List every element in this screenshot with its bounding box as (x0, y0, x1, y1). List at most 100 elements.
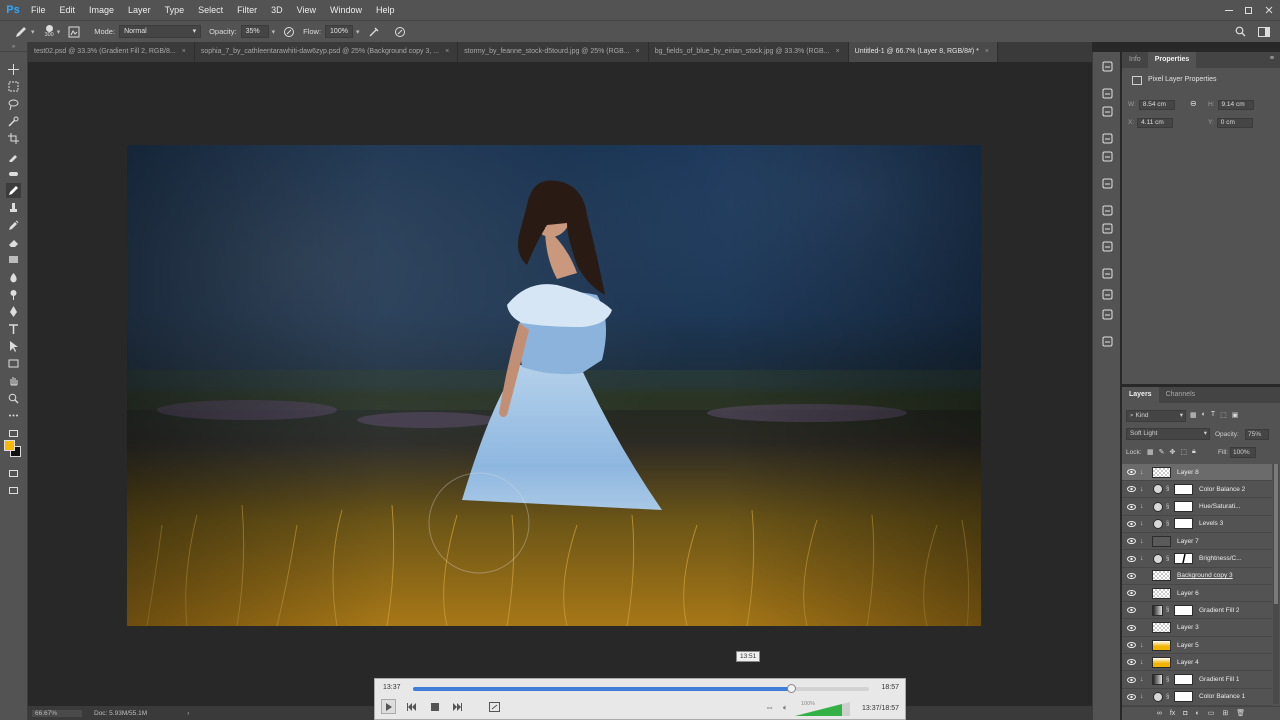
chevron-down-icon[interactable]: ▾ (31, 28, 35, 36)
layer-row[interactable]: ↓ § Hue/Saturati... (1122, 499, 1272, 516)
fx-icon[interactable]: fx (1170, 707, 1175, 720)
stamp-tool-icon[interactable] (6, 200, 21, 215)
layer-mask-thumbnail[interactable] (1174, 691, 1193, 703)
swatches-icon[interactable] (1101, 105, 1114, 118)
layer-thumbnail[interactable] (1152, 570, 1171, 582)
hand-tool-icon[interactable] (6, 373, 21, 388)
add-mask-icon[interactable]: ◘ (1183, 707, 1187, 720)
layer-mask-thumbnail[interactable] (1174, 604, 1193, 616)
chevron-down-icon[interactable]: ▾ (356, 28, 360, 36)
swap-colors-icon[interactable] (6, 426, 21, 441)
layer-opacity-input[interactable]: 75% (1245, 429, 1269, 440)
chevron-down-icon[interactable]: ▾ (57, 28, 61, 36)
kind-filter-select[interactable]: ⌕ Kind ▾ (1126, 410, 1186, 422)
airbrush-icon[interactable] (368, 26, 380, 38)
layer-name[interactable]: Levels 3 (1199, 520, 1223, 527)
filter-shape-icon[interactable]: ⬚ (1220, 411, 1227, 419)
more-tool-icon[interactable] (6, 408, 21, 423)
lasso-tool-icon[interactable] (6, 97, 21, 112)
tab-channels[interactable]: Channels (1159, 387, 1203, 403)
close-icon[interactable] (1264, 5, 1274, 15)
width-input[interactable]: 8.54 cm (1138, 100, 1175, 110)
blend-mode-select[interactable]: Soft Light ▾ (1126, 428, 1210, 440)
visibility-eye-icon[interactable] (1126, 607, 1136, 614)
panel-menu-icon[interactable]: ≡ (1270, 55, 1274, 62)
layer-row[interactable]: ↓ § Color Balance 2 (1122, 481, 1272, 499)
close-icon[interactable]: × (182, 48, 186, 55)
layer-row[interactable]: ↓ Layer 8 (1122, 464, 1272, 481)
menu-file[interactable]: File (24, 0, 53, 20)
link-icon[interactable]: § (1166, 504, 1172, 510)
document-canvas[interactable] (127, 145, 981, 626)
layer-row[interactable]: ↓ § Brightness/C... (1122, 551, 1272, 568)
chevron-down-icon[interactable]: ▾ (272, 28, 276, 36)
layer-thumbnail[interactable] (1152, 587, 1171, 599)
volume-slider[interactable]: 100% (795, 700, 850, 716)
type-tool-icon[interactable] (6, 322, 21, 337)
tab-layers[interactable]: Layers (1122, 387, 1159, 403)
lock-pixels-icon[interactable]: ✎ (1159, 448, 1165, 456)
eraser-tool-icon[interactable] (6, 235, 21, 250)
layer-mask-thumbnail[interactable] (1174, 674, 1193, 686)
tab-untitled-1[interactable]: Untitled-1 @ 66.7% (Layer 8, RGB/8#) * × (848, 42, 998, 62)
previous-icon[interactable] (404, 699, 419, 714)
layer-thumbnail[interactable] (1152, 466, 1171, 478)
gradient-thumbnail[interactable] (1152, 674, 1163, 686)
layer-mask-thumbnail[interactable] (1174, 483, 1193, 495)
gradient-thumbnail[interactable] (1152, 604, 1163, 616)
layer-row[interactable]: ↓ § Levels 3 (1122, 516, 1272, 533)
panel-collapse-icon[interactable]: » (0, 42, 27, 52)
brush-tool-icon[interactable] (14, 25, 28, 39)
history-icon[interactable] (1101, 60, 1114, 73)
menu-type[interactable]: Type (158, 0, 192, 20)
foreground-color-swatch[interactable] (4, 440, 15, 451)
layer-row[interactable]: ↓ § Gradient Fill 1 (1122, 672, 1272, 689)
visibility-eye-icon[interactable] (1126, 469, 1136, 475)
link-icon[interactable]: § (1166, 607, 1172, 613)
marquee-tool-icon[interactable] (6, 79, 21, 94)
layer-mask-thumbnail[interactable] (1174, 553, 1193, 564)
quick-select-tool-icon[interactable] (6, 114, 21, 129)
layer-row[interactable]: ↓ Layer 5 (1122, 637, 1272, 654)
fill-input[interactable]: 100% (1230, 447, 1256, 458)
layer-row[interactable]: ↓ Layer 7 (1122, 533, 1272, 551)
layer-row[interactable]: Layer 6 (1122, 585, 1272, 603)
layer-mask-thumbnail[interactable] (1174, 518, 1193, 530)
layers-scrollbar[interactable] (1273, 464, 1279, 704)
opacity-input[interactable]: 35% (240, 25, 269, 38)
flow-input[interactable]: 100% (325, 25, 354, 38)
quick-mask-icon[interactable] (6, 466, 21, 481)
eyedropper-tool-icon[interactable] (6, 149, 21, 164)
character-icon[interactable] (1101, 222, 1114, 235)
mode-select[interactable]: Normal ▾ (119, 25, 202, 38)
layer-row[interactable]: ↓ § Color Balance 1 (1122, 689, 1272, 706)
blur-tool-icon[interactable] (6, 270, 21, 285)
layer-name[interactable]: Background copy 3 (1177, 572, 1233, 579)
new-adjustment-icon[interactable]: ◐ (1196, 707, 1200, 720)
layer-name[interactable]: Layer 5 (1177, 642, 1199, 649)
color-icon[interactable] (1101, 87, 1114, 100)
fullscreen-icon[interactable] (487, 699, 502, 714)
lock-all-icon[interactable]: 🔒︎ (1192, 448, 1196, 456)
styles-icon[interactable] (1101, 177, 1114, 190)
tab-bg-fields[interactable]: bg_fields_of_blue_by_eirian_stock.jpg @ … (649, 42, 849, 62)
visibility-eye-icon[interactable] (1126, 486, 1136, 493)
layer-name[interactable]: Gradient Fill 1 (1199, 676, 1239, 683)
link-icon[interactable]: § (1166, 677, 1172, 683)
healing-tool-icon[interactable] (6, 166, 21, 181)
search-icon[interactable] (1235, 26, 1246, 37)
play-icon[interactable] (381, 699, 396, 714)
visibility-eye-icon[interactable] (1126, 520, 1136, 527)
visibility-eye-icon[interactable] (1126, 555, 1136, 562)
menu-help[interactable]: Help (369, 0, 402, 20)
restore-icon[interactable] (1244, 5, 1254, 15)
menu-window[interactable]: Window (323, 0, 369, 20)
seek-handle[interactable] (787, 684, 797, 693)
link-icon[interactable]: § (1166, 521, 1172, 527)
layer-row[interactable]: ↓ Layer 4 (1122, 654, 1272, 672)
seek-bar[interactable] (413, 684, 869, 693)
lock-transparent-icon[interactable]: ▦ (1147, 448, 1154, 456)
close-icon[interactable]: × (836, 48, 840, 55)
brush-tool-icon[interactable] (6, 183, 21, 199)
layer-row[interactable]: § Gradient Fill 2 (1122, 602, 1272, 620)
